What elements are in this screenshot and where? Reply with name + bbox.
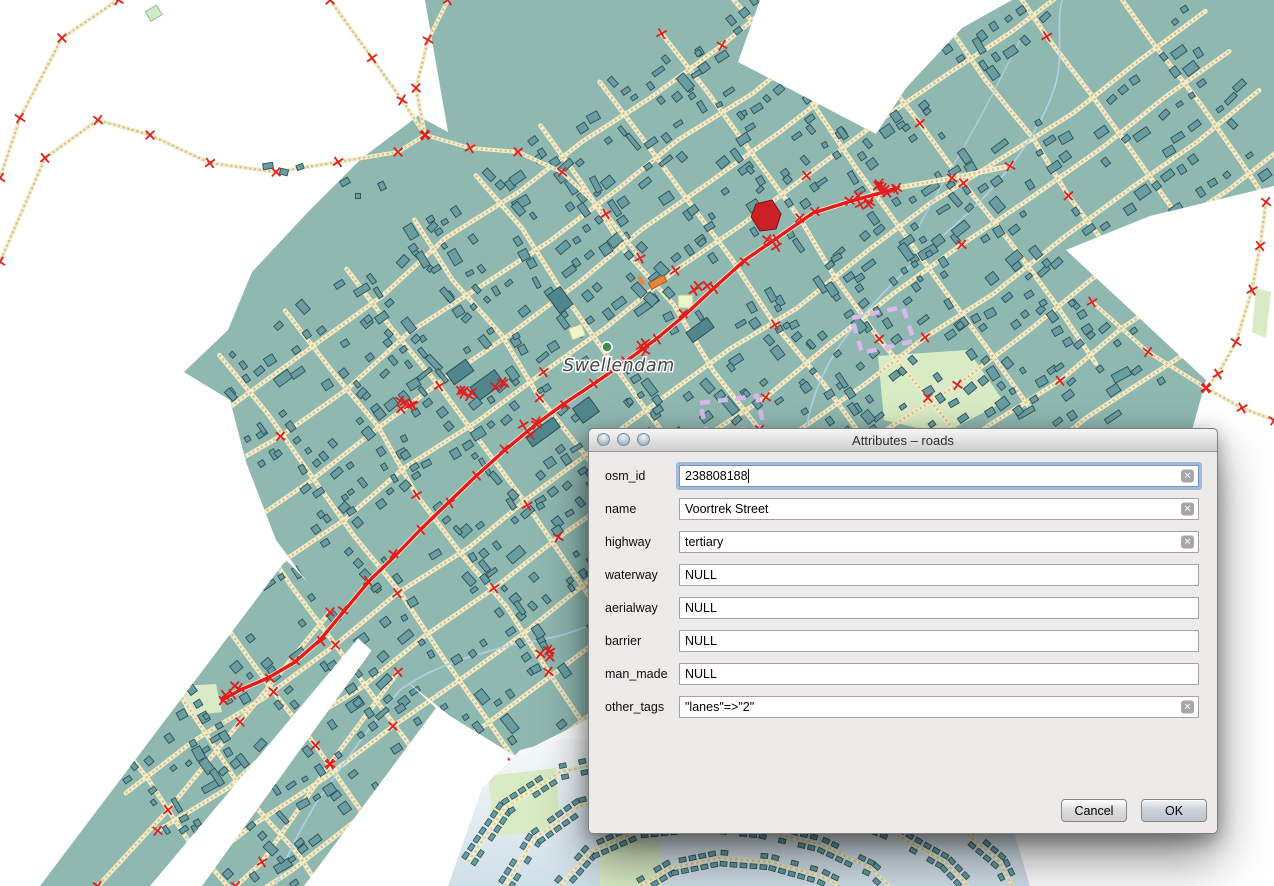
field-row-aerialway: aerialway ✕ [605, 597, 1199, 619]
field-label: man_made [605, 667, 679, 681]
clear-field-icon[interactable]: ✕ [1181, 503, 1194, 516]
field-label: aerialway [605, 601, 679, 615]
map-place-label: Swellendam [563, 356, 675, 376]
close-button[interactable] [597, 433, 610, 446]
minimize-button[interactable] [617, 433, 630, 446]
app-window: Swellendam Attributes – roads osm_id ✕ n… [0, 0, 1274, 886]
dialog-buttons: Cancel OK [1061, 799, 1207, 822]
window-controls [597, 433, 650, 446]
clear-field-icon[interactable]: ✕ [1181, 470, 1194, 483]
name-input[interactable] [679, 498, 1199, 520]
place-node-dot [602, 342, 612, 352]
field-row-name: name ✕ [605, 498, 1199, 520]
attributes-form: osm_id ✕ name ✕ highway ✕ waterway ✕ aer… [589, 451, 1217, 729]
man-made-input[interactable] [679, 663, 1199, 685]
field-row-osm-id: osm_id ✕ [605, 465, 1199, 487]
field-label: barrier [605, 634, 679, 648]
aerialway-input[interactable] [679, 597, 1199, 619]
barrier-input[interactable] [679, 630, 1199, 652]
dialog-titlebar[interactable]: Attributes – roads [589, 429, 1217, 452]
field-row-waterway: waterway ✕ [605, 564, 1199, 586]
field-label: osm_id [605, 469, 679, 483]
field-label: name [605, 502, 679, 516]
waterway-input[interactable] [679, 564, 1199, 586]
highway-input[interactable] [679, 531, 1199, 553]
field-row-barrier: barrier ✕ [605, 630, 1199, 652]
zoom-button[interactable] [637, 433, 650, 446]
text-caret [748, 469, 749, 483]
clear-field-icon[interactable]: ✕ [1181, 701, 1194, 714]
dialog-title: Attributes – roads [852, 433, 954, 448]
osm-id-input[interactable] [679, 465, 1199, 487]
field-label: highway [605, 535, 679, 549]
other-tags-input[interactable] [679, 696, 1199, 718]
field-row-man-made: man_made ✕ [605, 663, 1199, 685]
field-label: waterway [605, 568, 679, 582]
field-label: other_tags [605, 700, 679, 714]
ok-button[interactable]: OK [1141, 799, 1207, 822]
field-row-highway: highway ✕ [605, 531, 1199, 553]
cancel-button[interactable]: Cancel [1061, 799, 1127, 822]
clear-field-icon[interactable]: ✕ [1181, 536, 1194, 549]
field-row-other-tags: other_tags ✕ [605, 696, 1199, 718]
attributes-dialog: Attributes – roads osm_id ✕ name ✕ highw… [588, 428, 1218, 834]
